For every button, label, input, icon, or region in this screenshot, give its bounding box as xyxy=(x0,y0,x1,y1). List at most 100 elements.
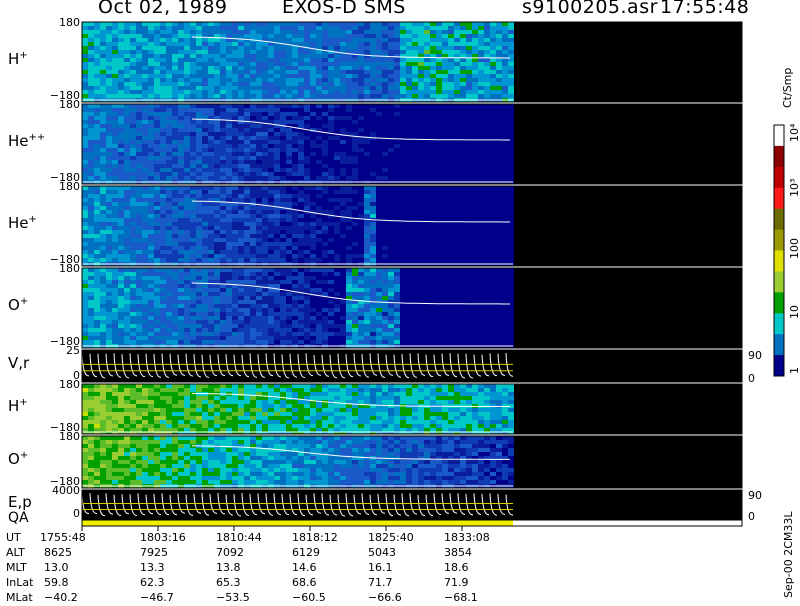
y-tick-max: 4000 xyxy=(52,484,80,497)
panel-species: H xyxy=(8,50,19,68)
ephemeris-row: MLat −40.2 −46.7 −53.5 −60.5 −66.6 −68.1 xyxy=(0,591,800,606)
line-panel-5 xyxy=(82,350,742,382)
ephemeris-value: 14.6 xyxy=(292,561,317,574)
ephemeris-value: 1755:48 xyxy=(40,531,86,544)
colorbar-segment xyxy=(774,167,784,188)
panel-label-4: O+ xyxy=(8,296,28,314)
ephemeris-value: 7925 xyxy=(140,546,168,559)
colorbar-tick: 10 xyxy=(788,305,800,319)
ephemeris-value: 13.3 xyxy=(140,561,165,574)
spectrogram-panel-6 xyxy=(82,384,742,434)
ephemeris-row: MLT 13.0 13.3 13.8 14.6 16.1 18.6 xyxy=(0,561,800,576)
colorbar-segment xyxy=(774,313,784,334)
ephemeris-value: 7092 xyxy=(216,546,244,559)
ephemeris-value: 62.3 xyxy=(140,576,165,589)
ephemeris-row-label: UT xyxy=(6,531,21,544)
panel-charge: + xyxy=(20,296,28,307)
ephemeris-value: 1810:44 xyxy=(216,531,262,544)
ephemeris-row-label: MLT xyxy=(6,561,27,574)
panel-label-8: E,p xyxy=(8,493,32,511)
ephemeris-value: 3854 xyxy=(444,546,472,559)
panel-label-3: He+ xyxy=(8,214,37,232)
panel-label-6: H+ xyxy=(8,397,28,415)
colorbar-segment xyxy=(774,188,784,209)
spectrogram-panel-2 xyxy=(82,104,742,184)
colorbar-segment xyxy=(774,209,784,230)
ephemeris-value: −68.1 xyxy=(444,591,478,604)
ephemeris-value: 71.9 xyxy=(444,576,469,589)
panel-species: He xyxy=(8,132,29,150)
right-tick-min: 0 xyxy=(748,372,755,385)
ephemeris-value: 1833:08 xyxy=(444,531,490,544)
panel-charge: ++ xyxy=(29,132,46,143)
ephemeris-row: InLat 59.8 62.3 65.3 68.6 71.7 71.9 xyxy=(0,576,800,591)
qa-label: QA xyxy=(8,510,29,526)
ephemeris-value: 13.8 xyxy=(216,561,241,574)
ephemeris-value: 13.0 xyxy=(44,561,69,574)
right-tick-min: 0 xyxy=(748,510,755,523)
panel-species: H xyxy=(8,397,19,415)
ephemeris-value: 1803:16 xyxy=(140,531,186,544)
panel-species: E,p xyxy=(8,493,32,511)
y-tick-max: 25 xyxy=(66,344,80,357)
ephemeris-value: 59.8 xyxy=(44,576,69,589)
ephemeris-row-label: InLat xyxy=(6,576,33,589)
spectrogram-plot xyxy=(0,0,800,600)
ephemeris-value: 65.3 xyxy=(216,576,241,589)
colorbar-segment xyxy=(774,230,784,251)
panel-species: He xyxy=(8,214,29,232)
panel-species: O xyxy=(8,296,20,314)
y-tick-max: 180 xyxy=(59,180,80,193)
y-tick-max: 180 xyxy=(59,430,80,443)
panel-label-1: H+ xyxy=(8,50,28,68)
y-tick-max: 180 xyxy=(59,16,80,29)
panel-label-2: He++ xyxy=(8,132,45,150)
colorbar-segment xyxy=(774,146,784,167)
ephemeris-value: −66.6 xyxy=(368,591,402,604)
colorbar-tick: 1 xyxy=(788,367,800,374)
y-tick-max: 180 xyxy=(59,378,80,391)
ephemeris-value: 6129 xyxy=(292,546,320,559)
right-tick-max: 90 xyxy=(748,489,762,502)
ephemeris-value: 68.6 xyxy=(292,576,317,589)
ephemeris-value: 1818:12 xyxy=(292,531,338,544)
panel-species: V,r xyxy=(8,354,29,372)
ephemeris-value: 5043 xyxy=(368,546,396,559)
colorbar-segment xyxy=(774,355,784,376)
panel-charge: + xyxy=(29,214,37,225)
panel-charge: + xyxy=(20,450,28,461)
colorbar-segment xyxy=(774,292,784,313)
panel-label-7: O+ xyxy=(8,450,28,468)
line-panel-8 xyxy=(82,490,742,520)
colorbar-segment xyxy=(774,271,784,292)
spectrogram-panel-1 xyxy=(82,22,742,102)
ephemeris-value: 1825:40 xyxy=(368,531,414,544)
ephemeris-value: −53.5 xyxy=(216,591,250,604)
ephemeris-value: −60.5 xyxy=(292,591,326,604)
ephemeris-row: UT 1755:48 1803:16 1810:44 1818:12 1825:40 183… xyxy=(0,531,800,546)
ephemeris-value: 8625 xyxy=(44,546,72,559)
ephemeris-value: 18.6 xyxy=(444,561,469,574)
spectrogram-panel-7 xyxy=(82,436,742,488)
colorbar-segment xyxy=(774,334,784,355)
y-tick-max: 180 xyxy=(59,98,80,111)
spectrogram-panel-4 xyxy=(82,268,742,348)
spectrogram-panel-3 xyxy=(82,186,742,266)
ephemeris-value: 16.1 xyxy=(368,561,393,574)
y-tick-max: 180 xyxy=(59,262,80,275)
ephemeris-value: 71.7 xyxy=(368,576,393,589)
colorbar-tick: 10⁴ xyxy=(788,124,800,142)
ephemeris-row-label: MLat xyxy=(6,591,33,604)
right-tick-max: 90 xyxy=(748,349,762,362)
y-tick-min: 0 xyxy=(73,507,80,520)
panel-label-5: V,r xyxy=(8,354,29,372)
ephemeris-row-label: ALT xyxy=(6,546,25,559)
qa-bar xyxy=(82,520,513,526)
ephemeris-value: −46.7 xyxy=(140,591,174,604)
colorbar-segment xyxy=(774,125,784,146)
ephemeris-value: −40.2 xyxy=(44,591,78,604)
ephemeris-row: ALT 8625 7925 7092 6129 5043 3854 xyxy=(0,546,800,561)
colorbar-tick: 100 xyxy=(788,238,800,259)
colorbar-segment xyxy=(774,251,784,272)
panel-charge: + xyxy=(19,50,27,61)
